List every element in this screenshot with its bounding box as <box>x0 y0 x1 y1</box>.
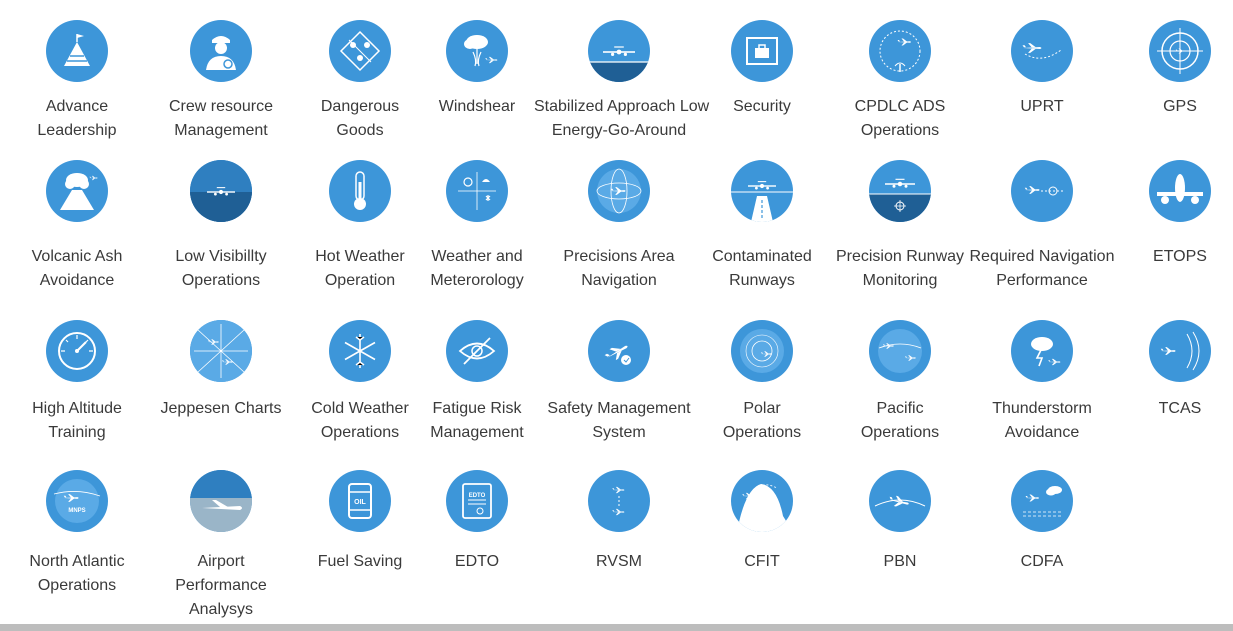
weather-icon[interactable] <box>446 160 508 222</box>
upset-recovery-icon[interactable] <box>1011 20 1073 82</box>
rnp-icon[interactable] <box>1011 160 1073 222</box>
course-label: CDFA <box>1020 553 1064 570</box>
polar-globe-icon[interactable] <box>731 320 793 382</box>
pbn-icon[interactable] <box>869 470 931 532</box>
volcano-icon[interactable] <box>46 160 108 222</box>
icon-badge-text: EDTO <box>469 493 486 499</box>
tcas-icon[interactable] <box>1149 320 1211 382</box>
closed-eye-icon[interactable] <box>446 320 508 382</box>
twin-engine-icon[interactable] <box>1149 160 1211 222</box>
runway-icon[interactable] <box>731 160 793 222</box>
hazmat-icon[interactable] <box>329 20 391 82</box>
datalink-icon[interactable] <box>869 20 931 82</box>
mountain-flag-icon[interactable] <box>46 20 108 82</box>
pilot-icon[interactable] <box>190 20 252 82</box>
runway-monitor-icon[interactable] <box>869 160 931 222</box>
windshear-icon[interactable] <box>446 20 508 82</box>
terrain-icon[interactable] <box>731 470 793 532</box>
approach-plane-icon[interactable] <box>588 20 650 82</box>
globe-plane-icon[interactable] <box>588 160 650 222</box>
icon-badge-text: MNPS <box>68 508 85 514</box>
edto-certificate-icon[interactable]: EDTO <box>446 470 508 532</box>
course-grid: Advance Leadership Crew resource Manageme… <box>0 0 1233 631</box>
nat-globe-icon[interactable]: MNPS <box>46 470 108 532</box>
icon-badge-text: OIL <box>354 499 366 506</box>
course-label: ETOPS <box>1153 248 1207 265</box>
altimeter-icon[interactable] <box>46 320 108 382</box>
pacific-globe-icon[interactable] <box>869 320 931 382</box>
course-label: GPS <box>1163 98 1197 115</box>
thunderstorm-icon[interactable] <box>1011 320 1073 382</box>
fog-plane-icon[interactable] <box>190 160 252 222</box>
airport-plane-icon[interactable] <box>190 470 252 532</box>
horizontal-scrollbar[interactable] <box>0 624 1233 631</box>
oil-barrel-icon[interactable]: OIL <box>329 470 391 532</box>
course-label: TCAS <box>1158 400 1202 417</box>
gps-target-icon[interactable] <box>1149 20 1211 82</box>
safety-plane-icon[interactable] <box>588 320 650 382</box>
rvsm-icon[interactable] <box>588 470 650 532</box>
snowflake-icon[interactable] <box>329 320 391 382</box>
security-scanner-icon[interactable] <box>731 20 793 82</box>
cdfa-icon[interactable] <box>1011 470 1073 532</box>
chart-map-icon[interactable] <box>190 320 252 382</box>
thermometer-icon[interactable] <box>329 160 391 222</box>
